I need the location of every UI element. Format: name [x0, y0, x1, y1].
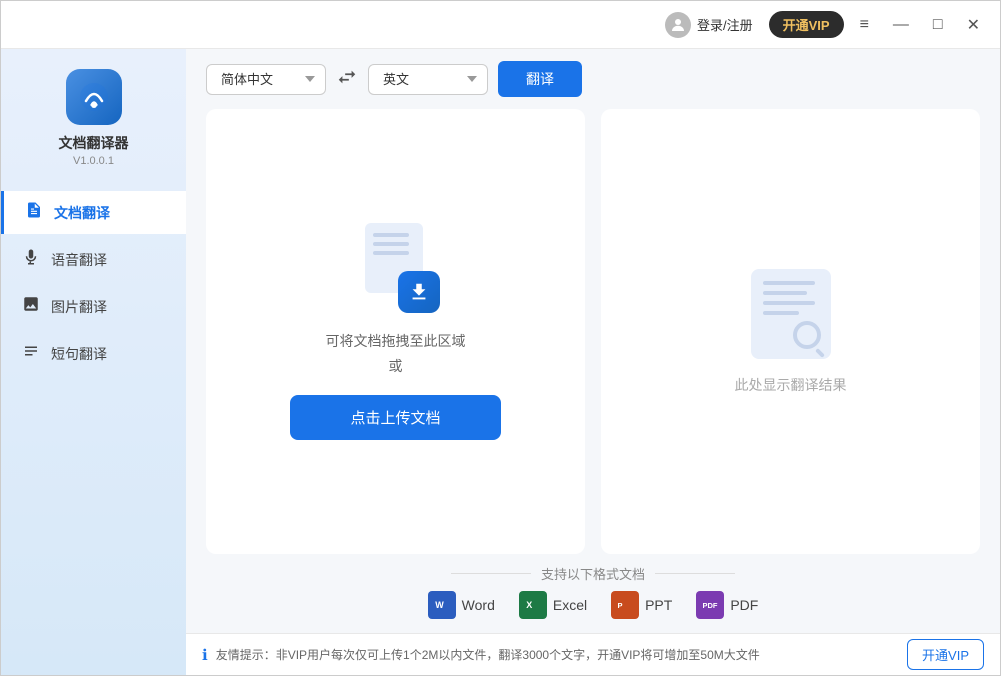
mic-icon — [21, 248, 41, 271]
format-word: W Word — [428, 591, 495, 619]
sidebar-label-sentence: 短句翻译 — [51, 344, 107, 364]
menu-button[interactable]: ≡ — [852, 12, 877, 38]
word-label: Word — [462, 597, 495, 613]
ppt-label: PPT — [645, 597, 672, 613]
sidebar-label-doc: 文档翻译 — [54, 203, 110, 223]
upload-panel: 可将文档拖拽至此区域 或 点击上传文档 — [206, 109, 585, 554]
doc-line-2 — [373, 242, 409, 246]
result-doc-lines — [763, 281, 815, 315]
app-version: V1.0.0.1 — [73, 155, 114, 167]
login-label: 登录/注册 — [697, 15, 753, 34]
tip-bar: ℹ 友情提示：非VIP用户每次仅可上传1个2M以内文件，翻译3000个文字，开通… — [186, 633, 1000, 675]
close-button[interactable]: ✕ — [959, 11, 988, 39]
vip-button[interactable]: 开通VIP — [769, 11, 844, 38]
result-line-2 — [763, 291, 807, 295]
format-excel: X Excel — [519, 591, 587, 619]
sidebar-item-doc[interactable]: 文档翻译 — [1, 191, 186, 234]
sidebar-item-sentence[interactable]: 短句翻译 — [1, 332, 186, 375]
result-doc-icon — [751, 269, 831, 359]
excel-label: Excel — [553, 597, 587, 613]
sidebar-label-image: 图片翻译 — [51, 297, 107, 317]
ppt-icon: P — [611, 591, 639, 619]
nav-menu: 文档翻译 语音翻译 图片翻译 短句翻译 — [1, 191, 186, 375]
pdf-label: PDF — [730, 597, 758, 613]
download-badge — [398, 271, 440, 313]
upload-hint: 可将文档拖拽至此区域 或 — [325, 329, 465, 379]
doc-icon — [24, 201, 44, 224]
tip-text: 友情提示：非VIP用户每次仅可上传1个2M以内文件，翻译3000个文字，开通VI… — [216, 646, 899, 663]
svg-text:P: P — [618, 601, 623, 610]
result-hint: 此处显示翻译结果 — [735, 375, 847, 395]
result-line-4 — [763, 311, 799, 315]
upload-area: 可将文档拖拽至此区域 或 点击上传文档 — [290, 223, 500, 440]
svg-text:PDF: PDF — [703, 601, 718, 610]
sidebar: 文档翻译器 V1.0.0.1 文档翻译 语音翻译 图片翻译 — [1, 49, 186, 675]
formats-bar: 支持以下格式文档 W Word X Excel — [186, 554, 1000, 633]
target-lang-select[interactable]: 英文 简体中文 繁体中文 日语 韩语 — [368, 64, 488, 95]
tip-vip-button[interactable]: 开通VIP — [907, 639, 984, 670]
maximize-button[interactable]: □ — [925, 12, 951, 38]
sidebar-label-voice: 语音翻译 — [51, 250, 107, 270]
formats-label-row: 支持以下格式文档 — [206, 564, 980, 583]
format-pdf: PDF PDF — [696, 591, 758, 619]
tip-icon: ℹ — [202, 646, 208, 664]
upload-icon-wrap — [350, 223, 440, 313]
swap-lang-button[interactable] — [336, 66, 358, 93]
format-ppt: P PPT — [611, 591, 672, 619]
app-logo — [66, 69, 122, 125]
result-placeholder: 此处显示翻译结果 — [735, 109, 847, 554]
excel-icon: X — [519, 591, 547, 619]
minimize-button[interactable]: — — [885, 12, 917, 38]
formats-icons: W Word X Excel P PPT — [428, 591, 759, 619]
doc-line-3 — [373, 251, 409, 255]
word-icon: W — [428, 591, 456, 619]
formats-line-left — [451, 573, 531, 574]
upload-button[interactable]: 点击上传文档 — [290, 395, 500, 440]
title-bar: 登录/注册 开通VIP ≡ — □ ✕ — [1, 1, 1000, 49]
panels: 可将文档拖拽至此区域 或 点击上传文档 — [186, 109, 1000, 554]
content-area: 简体中文 繁体中文 英文 日语 韩语 英文 简体中文 繁体中文 日语 韩语 翻译 — [186, 49, 1000, 675]
svg-text:X: X — [526, 600, 532, 610]
doc-line-1 — [373, 233, 409, 237]
sentence-icon — [21, 342, 41, 365]
doc-lines — [373, 233, 409, 255]
result-line-1 — [763, 281, 815, 285]
user-avatar-icon — [665, 12, 691, 38]
result-panel: 此处显示翻译结果 — [601, 109, 980, 554]
sidebar-item-voice[interactable]: 语音翻译 — [1, 238, 186, 281]
image-icon — [21, 295, 41, 318]
app-title: 文档翻译器 — [59, 133, 129, 153]
result-line-3 — [763, 301, 815, 305]
main-layout: 文档翻译器 V1.0.0.1 文档翻译 语音翻译 图片翻译 — [1, 49, 1000, 675]
source-lang-select[interactable]: 简体中文 繁体中文 英文 日语 韩语 — [206, 64, 326, 95]
formats-line-right — [655, 573, 735, 574]
svg-text:W: W — [435, 600, 444, 610]
formats-label: 支持以下格式文档 — [541, 564, 645, 583]
sidebar-item-image[interactable]: 图片翻译 — [1, 285, 186, 328]
result-search-icon — [793, 321, 821, 349]
login-button[interactable]: 登录/注册 — [665, 12, 753, 38]
toolbar: 简体中文 繁体中文 英文 日语 韩语 英文 简体中文 繁体中文 日语 韩语 翻译 — [186, 49, 1000, 109]
pdf-icon: PDF — [696, 591, 724, 619]
translate-button[interactable]: 翻译 — [498, 61, 582, 97]
